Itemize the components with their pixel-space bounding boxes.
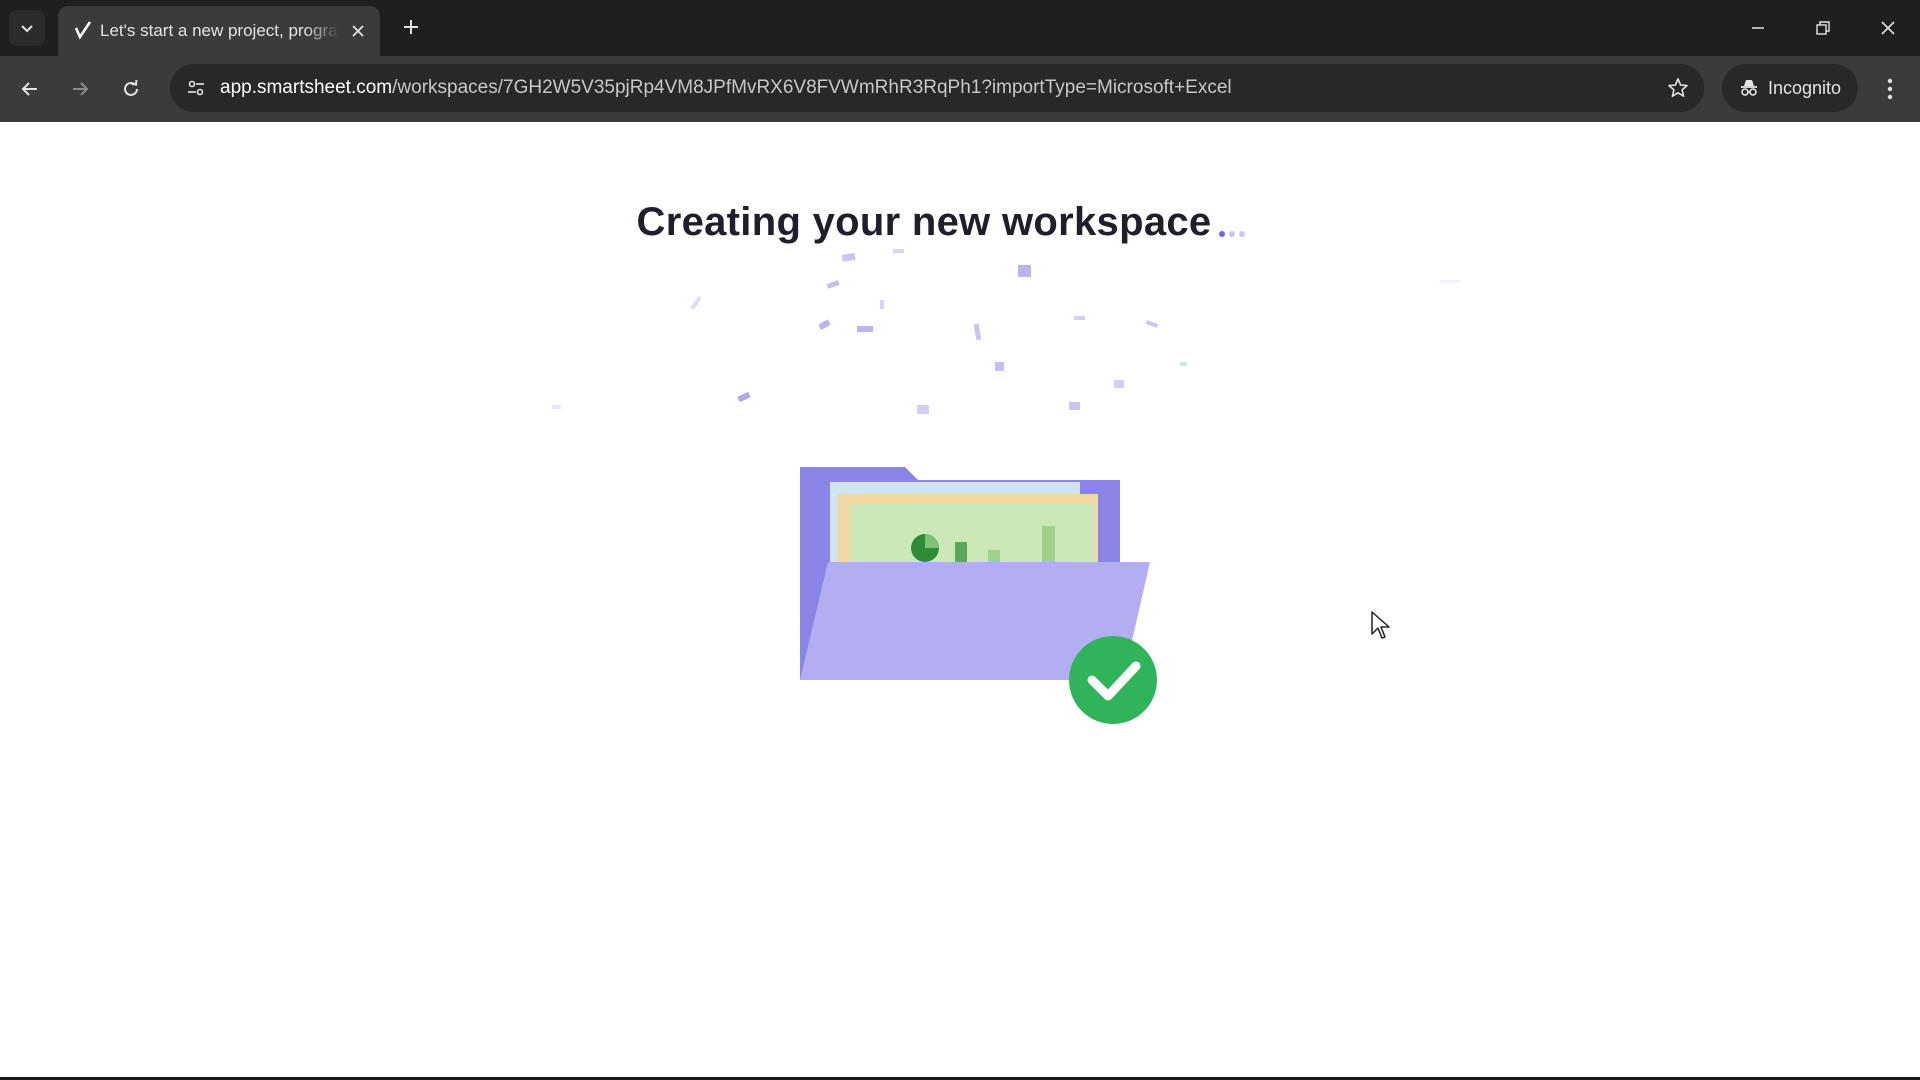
incognito-icon [1741, 80, 1757, 96]
restore-button[interactable] [1801, 8, 1845, 48]
mouse-pointer-icon [1371, 611, 1390, 639]
more-vert-icon [1887, 78, 1893, 100]
minimize-icon [1752, 27, 1764, 29]
browser-toolbar: app.smartsheet.com/workspaces/7GH2W5V35p… [0, 56, 1920, 122]
incognito-label: Incognito [1768, 77, 1842, 98]
arrow-right-icon [73, 82, 89, 96]
close-icon [352, 25, 364, 37]
loading-dots [1219, 202, 1249, 247]
arrow-left-icon [21, 82, 37, 96]
tab-strip: Let's start a new project, program, or w… [0, 0, 1920, 56]
forward-button[interactable] [61, 70, 99, 108]
incognito-indicator[interactable]: Incognito [1722, 64, 1858, 112]
chevron-down-icon [21, 25, 33, 33]
close-window-button[interactable] [1866, 8, 1910, 48]
smartsheet-check-icon [74, 21, 92, 40]
bookmark-button[interactable] [1662, 72, 1694, 104]
reload-button[interactable] [112, 70, 150, 108]
tab-search-button[interactable] [9, 10, 45, 46]
star-icon [1668, 78, 1688, 97]
plus-icon [404, 20, 418, 34]
site-info-button[interactable] [180, 72, 212, 104]
new-tab-button[interactable] [396, 12, 426, 42]
tab-close-button[interactable] [346, 19, 370, 43]
url-path: /workspaces/7GH2W5V35pjRp4VM8JPfMvRX6V8F… [392, 77, 1232, 98]
browser-menu-button[interactable] [1872, 70, 1908, 108]
close-icon [1881, 21, 1895, 35]
tab-title: Let's start a new project, program, or w… [100, 21, 340, 40]
active-tab[interactable]: Let's start a new project, program, or w… [58, 6, 380, 56]
page-content: Creating your new workspace [0, 122, 1920, 1077]
reload-icon [124, 79, 138, 96]
url-host: app.smartsheet.com [220, 77, 393, 98]
folder-checkmark-illustration [800, 467, 1157, 724]
minimize-button[interactable] [1736, 8, 1780, 48]
address-bar[interactable]: app.smartsheet.com/workspaces/7GH2W5V35p… [170, 64, 1704, 112]
page-heading: Creating your new workspace [0, 200, 1886, 247]
url-text: app.smartsheet.com/workspaces/7GH2W5V35p… [220, 76, 1232, 100]
back-button[interactable] [11, 70, 49, 108]
restore-icon [1816, 21, 1830, 35]
heading-text: Creating your new workspace [636, 200, 1212, 244]
tune-icon [188, 80, 204, 96]
